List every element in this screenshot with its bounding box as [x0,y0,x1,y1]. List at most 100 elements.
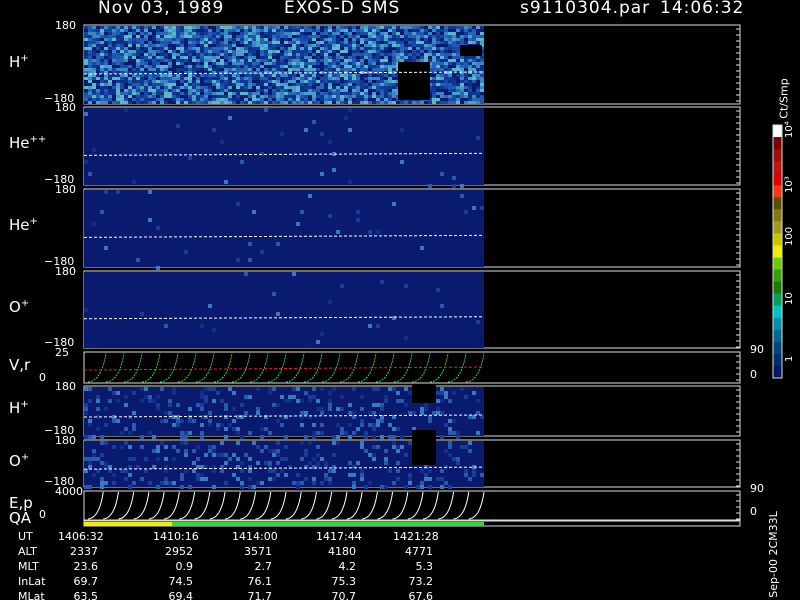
spectro-cell [388,95,392,98]
spectro-cell [152,101,156,104]
spectro-cell [292,68,296,71]
spectro-cell [272,89,276,92]
spectro-cell [216,38,220,41]
spectro-cell [332,86,336,89]
spectro-cell [104,59,108,62]
spectro-cell [192,44,196,47]
spectro-cell [212,399,216,403]
spectro-cell [340,92,344,95]
spectro-cell [356,89,360,92]
spectro-cell [276,92,280,95]
spectro-cell [420,481,424,485]
spectro-cell [312,120,316,124]
spectro-cell [176,44,180,47]
spectro-cell [332,41,336,44]
spectro-cell [220,86,224,89]
spectro-cell [376,68,380,71]
spectro-cell [216,47,220,50]
ephemeris-row-label: ALT [18,545,37,558]
spectro-cell [264,86,268,89]
spectro-cell [452,176,456,180]
spectro-cell [312,62,316,65]
spectro-cell [92,44,96,47]
spectro-cell [244,89,248,92]
spectro-cell [152,44,156,47]
spectro-cell [188,485,192,489]
spectro-cell [384,461,388,465]
spectro-cell [284,62,288,65]
spectro-cell [164,65,168,68]
spectro-cell [328,62,332,65]
spectro-cell [448,431,452,435]
spectro-cell [416,47,420,50]
spectro-cell [340,95,344,98]
spectro-cell [348,108,352,112]
spectro-cell [184,26,188,29]
spectro-cell [124,80,128,83]
spectro-cell [276,95,280,98]
spectro-cell [412,35,416,38]
spectro-cell [84,387,88,391]
spectro-cell [176,419,180,423]
colorbar-tick-label: 100 [784,226,795,246]
spectro-cell [368,32,372,35]
spectro-cell [204,59,208,62]
spectro-cell [248,38,252,41]
spectro-cell [384,95,388,98]
spectro-cell [136,35,140,38]
spectro-cell [160,98,164,101]
spectro-cell [444,38,448,41]
spectro-cell [208,50,212,53]
spectro-cell [292,41,296,44]
spectro-cell [108,35,112,38]
spectro-cell [212,445,216,449]
spectro-cell [100,26,104,29]
spectro-cell [384,62,388,65]
spectro-cell [320,35,324,38]
spectro-cell [356,86,360,89]
spectro-cell [320,481,324,485]
spectro-cell [216,41,220,44]
spectro-cell [472,391,476,395]
spectro-cell [88,29,92,32]
spectro-cell [332,435,336,439]
spectro-cell [100,86,104,89]
spectro-cell [84,403,88,407]
spectro-cell [88,387,92,391]
spectro-cell [352,101,356,104]
spectro-cell [280,29,284,32]
spectro-cell [272,35,276,38]
spectro-cell [356,29,360,32]
spectro-cell [104,47,108,50]
spectro-cell [424,477,428,481]
spectro-cell [476,62,480,65]
spectro-cell [176,47,180,50]
spectro-cell [272,68,276,71]
spectro-cell [140,399,144,403]
spectro-cell [144,35,148,38]
spectro-cell [324,68,328,71]
spectro-cell [164,324,168,328]
spectro-cell [448,419,452,423]
spectro-cell [196,403,200,407]
spectro-cell [204,477,208,481]
spectro-cell [304,86,308,89]
spectro-cell [156,74,160,77]
spectro-cell [292,26,296,29]
spectro-cell [304,128,308,132]
spectro-cell [436,80,440,83]
spectro-cell [280,53,284,56]
spectro-cell [256,411,260,415]
spectro-cell [352,387,356,391]
spectro-cell [436,59,440,62]
spectro-cell [480,206,484,210]
y-max-label-ep: 4000 [55,485,83,498]
spectro-cell [144,95,148,98]
spectro-cell [148,190,152,194]
colorbar-swatch [773,257,782,271]
spectro-cell [240,38,244,41]
spectro-cell [368,423,372,427]
spectro-cell [92,38,96,41]
spectro-cell [84,86,88,89]
spectro-cell [184,68,188,71]
